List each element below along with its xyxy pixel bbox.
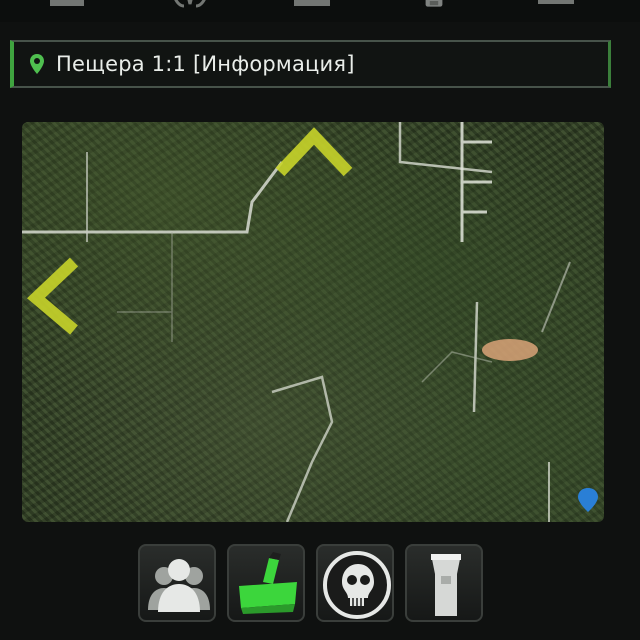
green-item-button[interactable] [227, 544, 305, 622]
radiation-icon[interactable] [170, 0, 210, 8]
game-map[interactable] [22, 122, 604, 522]
monitor-icon[interactable] [292, 0, 332, 8]
top-toolbar [0, 0, 640, 22]
flashlight-button[interactable] [405, 544, 483, 622]
group-icon [148, 559, 210, 612]
action-bar [0, 540, 640, 640]
location-pin-icon [24, 51, 50, 77]
blue-pin-icon[interactable] [578, 488, 598, 512]
location-bar[interactable]: Пещера 1:1 [Информация] [10, 40, 611, 88]
backpack-icon[interactable] [414, 0, 454, 8]
chevron-up-icon[interactable] [275, 127, 353, 177]
skull-button[interactable] [316, 544, 394, 622]
group-button[interactable] [138, 544, 216, 622]
menu-icon[interactable] [536, 0, 576, 8]
map-markers [26, 127, 598, 512]
map-icon[interactable] [48, 0, 88, 8]
location-title: Пещера 1:1 [Информация] [56, 52, 355, 76]
player-marker-icon[interactable] [482, 339, 538, 361]
flashlight-icon [431, 554, 461, 616]
skull-icon [323, 551, 391, 619]
chevron-left-icon[interactable] [26, 257, 79, 335]
green-item-icon [239, 552, 297, 614]
